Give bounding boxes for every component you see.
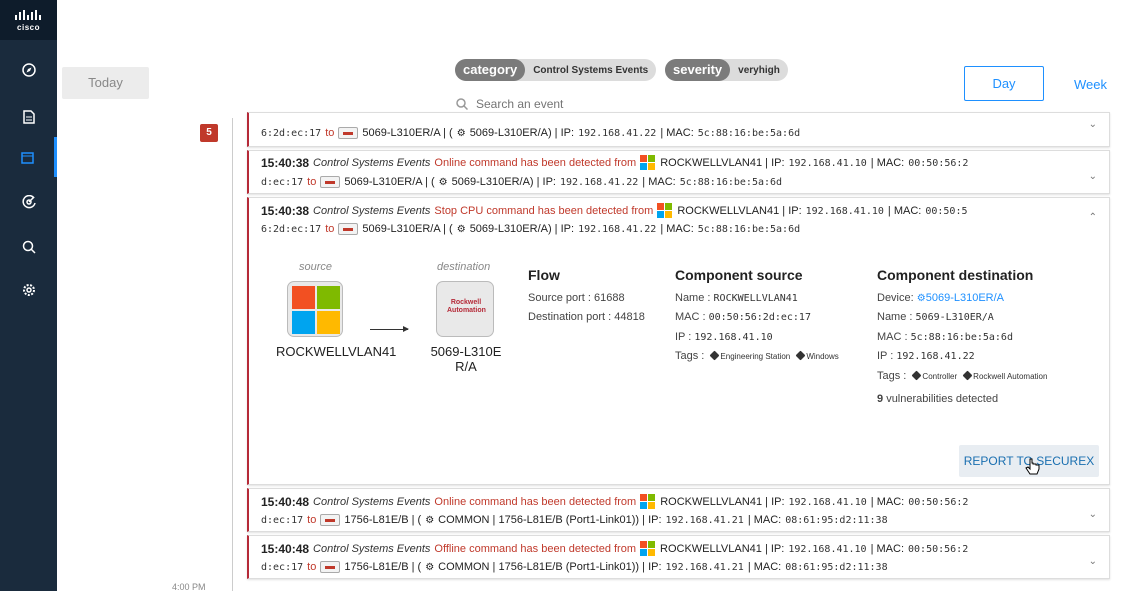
timeline-line [232,118,233,591]
severity-filter[interactable]: severity veryhigh [665,59,788,81]
event-line-2: 6:2d:ec:17 to 5069-L310ER/A | (⚙ 5069-L31… [261,127,801,139]
settings-icon[interactable] [0,270,57,310]
component-destination-title: Component destination [877,267,1034,283]
rockwell-device-icon [338,223,359,235]
gear-icon: ⚙ [438,176,448,188]
header: Today category Control Systems Events se… [57,0,1127,118]
tag-icon [911,370,922,381]
component-source-title: Component source [675,267,803,283]
severity-filter-value: veryhigh [738,64,780,76]
rockwell-device-icon [320,176,341,188]
today-button[interactable]: Today [62,67,149,99]
rockwell-device-icon [320,561,341,573]
flow-title: Flow [528,267,560,283]
event-line-1: 15:40:48 Control Systems Events Online c… [261,494,969,510]
chevron-down-icon[interactable]: ⌄ [1089,509,1097,520]
windows-icon [640,494,656,510]
document-icon[interactable] [0,97,57,137]
search-icon[interactable] [0,227,57,267]
compass-icon[interactable] [0,50,57,90]
destination-label: destination [437,261,491,273]
event-line-2: 6:2d:ec:17 to 5069-L310ER/A | (⚙ 5069-L31… [261,223,801,235]
gear-icon: ⚙ [456,223,466,235]
week-button[interactable]: Week [1074,77,1107,92]
rockwell-device-icon [320,514,341,526]
event-line-1: 15:40:38 Control Systems Events Stop CPU… [261,203,968,219]
gear-icon: ⚙ [425,514,435,526]
windows-icon [657,203,673,219]
component-destination-ip: IP : 192.168.41.22 [877,350,975,362]
radar-icon[interactable] [0,182,57,222]
calendar-icon[interactable] [0,137,57,177]
gear-icon: ⚙ [425,561,435,573]
source-port: Source port : 61688 [528,292,625,304]
destination-port: Destination port : 44818 [528,311,645,323]
windows-icon [287,281,343,337]
source-label: source [299,261,333,273]
search-input[interactable] [476,97,676,111]
component-source-name: Name : ROCKWELLVLAN41 [675,292,798,304]
component-source-tags: Tags : Engineering Station Windows [675,350,839,362]
windows-icon [640,155,656,171]
severity-filter-key: severity [665,59,731,81]
category-filter-key: category [455,59,526,81]
event-line-2: d:ec:17 to 1756-L81E/B | (⚙ COMMON | 1756… [261,514,888,526]
category-filter[interactable]: category Control Systems Events [455,59,657,81]
search-icon [456,98,468,110]
event-row[interactable]: 6:2d:ec:17 to 5069-L310ER/A | (⚙ 5069-L31… [247,112,1110,147]
rockwell-device-icon [338,127,359,139]
tag-icon [795,350,806,361]
component-destination-tags: Tags : Controller Rockwell Automation [877,370,1048,382]
tag-icon [962,370,973,381]
left-nav: cisco [0,0,57,591]
day-button[interactable]: Day [964,66,1044,101]
event-row[interactable]: 15:40:48 Control Systems Events Online c… [247,488,1110,532]
chevron-down-icon[interactable]: ⌄ [1089,556,1097,567]
event-line-1: 15:40:38 Control Systems Events Online c… [261,155,969,171]
gear-icon: ⚙ [916,293,926,304]
component-destination-device: Device: ⚙5069-L310ER/A [877,292,1004,304]
component-source-ip: IP : 192.168.41.10 [675,331,773,343]
event-row[interactable]: 15:40:48 Control Systems Events Offline … [247,535,1110,579]
rockwell-automation-logo: Rockwell Automation [436,281,494,337]
event-line-1: 15:40:48 Control Systems Events Offline … [261,541,969,557]
chevron-down-icon[interactable]: ⌄ [1089,171,1097,182]
logo-text: cisco [17,23,40,32]
event-line-2: d:ec:17 to 5069-L310ER/A | (⚙ 5069-L310ER… [261,176,783,188]
windows-icon [640,541,656,557]
chevron-down-icon[interactable]: ⌄ [1089,119,1097,130]
event-line-2: d:ec:17 to 1756-L81E/B | (⚙ COMMON | 1756… [261,561,888,573]
device-link[interactable]: 5069-L310ER/A [926,292,1004,304]
cisco-logo[interactable]: cisco [0,0,57,40]
source-name: ROCKWELLVLAN41 [276,344,397,359]
vulnerabilities-count: 9 vulnerabilities detected [877,393,999,405]
destination-name: 5069-L310E R/A [430,344,502,374]
event-count-badge: 5 [200,124,218,142]
gear-icon: ⚙ [456,127,466,139]
event-row[interactable]: 15:40:38 Control Systems Events Online c… [247,150,1110,194]
hand-cursor-icon [1025,458,1040,475]
tag-icon [709,350,720,361]
arrow-right-icon [370,326,409,332]
category-filter-value: Control Systems Events [533,64,649,76]
event-row-expanded[interactable]: 15:40:38 Control Systems Events Stop CPU… [247,197,1110,485]
component-destination-mac: MAC : 5c:88:16:be:5a:6d [877,331,1013,343]
component-source-mac: MAC : 00:50:56:2d:ec:17 [675,311,811,323]
cisco-bars-icon [15,10,41,20]
chevron-up-icon[interactable]: ⌃ [1089,212,1097,223]
component-destination-name: Name : 5069-L310ER/A [877,311,994,323]
search-bar[interactable] [456,94,676,114]
